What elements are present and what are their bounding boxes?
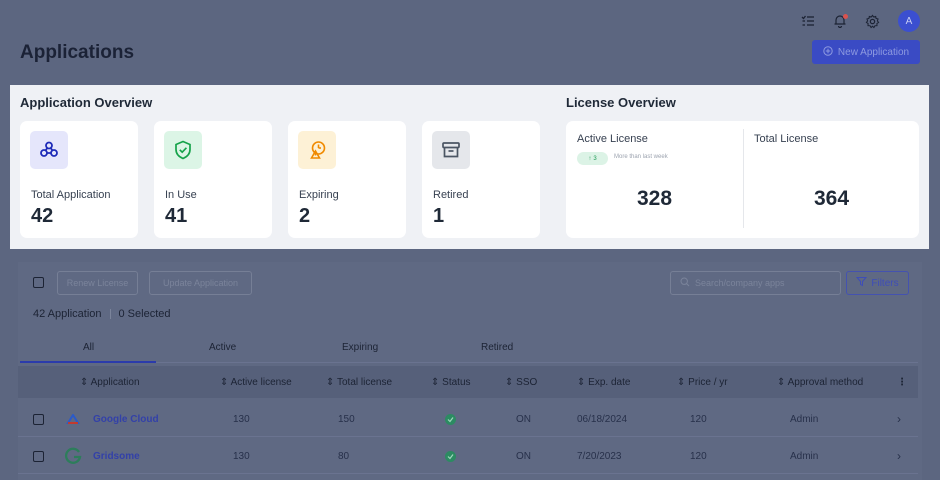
tab-retired[interactable]: Retired (481, 342, 513, 353)
price-cell: 120 (690, 451, 707, 462)
application-count: 42 Application (33, 308, 102, 320)
column-exp-date[interactable]: ⇕ Exp. date (577, 377, 630, 388)
column-total-license[interactable]: ⇕ Total license (326, 377, 392, 388)
active-license-cell: 130 (233, 414, 250, 425)
sort-icon: ⇕ (80, 377, 91, 388)
page-title: Applications (20, 42, 135, 63)
notification-dot (843, 14, 848, 19)
search-placeholder: Search/company apps (695, 278, 785, 288)
search-icon (680, 277, 690, 289)
chevron-right-icon[interactable]: › (897, 412, 901, 426)
retired-label: Retired (433, 189, 469, 201)
warning-icon (298, 131, 336, 169)
trend-badge: ↑ 3 (577, 152, 608, 165)
retired-card[interactable]: Retired 1 (422, 121, 540, 238)
row-checkbox[interactable] (33, 414, 44, 425)
total-application-card[interactable]: Total Application 42 (20, 121, 138, 238)
license-overview-card: Active License ↑ 3 More than last week 3… (566, 121, 919, 238)
gear-icon[interactable] (865, 14, 880, 29)
column-application[interactable]: ⇕ Application (80, 377, 140, 388)
in-use-value: 41 (165, 205, 188, 227)
search-input[interactable]: Search/company apps (670, 271, 841, 295)
column-active-license[interactable]: ⇕ Active license (220, 377, 292, 388)
renew-license-button[interactable]: Renew License (57, 271, 138, 295)
active-license-value: 328 (636, 187, 673, 210)
sort-icon: ⇕ (777, 377, 788, 388)
sort-icon: ⇕ (505, 377, 517, 388)
status-check-icon (445, 414, 456, 425)
active-license-label: Active License (577, 133, 648, 145)
in-use-card[interactable]: In Use 41 (154, 121, 272, 238)
total-license-cell: 80 (338, 451, 350, 462)
filter-icon (856, 276, 868, 290)
application-overview-title: Application Overview (20, 95, 153, 110)
column-approval-method[interactable]: ⇕ Approval method (777, 377, 863, 388)
tab-active[interactable]: Active (209, 342, 236, 353)
license-overview-title: License Overview (566, 95, 676, 110)
selected-count: 0 Selected (118, 308, 171, 320)
top-toolbar: A (801, 10, 920, 32)
sort-icon: ⇕ (431, 377, 443, 388)
column-status[interactable]: ⇕ Status (431, 377, 471, 388)
sort-icon: ⇕ (326, 377, 337, 388)
avatar[interactable]: A (898, 10, 920, 32)
plus-circle-icon (823, 45, 833, 59)
overview-panel: Application Overview License Overview To… (10, 85, 929, 249)
total-license-cell: 150 (338, 414, 355, 425)
column-price[interactable]: ⇕ Price / yr (677, 377, 728, 388)
active-license-cell: 130 (233, 451, 250, 462)
sso-cell: ON (516, 414, 531, 425)
trend-badge-value: 3 (593, 155, 597, 162)
approval-cell: Admin (790, 414, 819, 425)
shield-check-icon (164, 131, 202, 169)
update-application-button[interactable]: Update Application (149, 271, 252, 295)
status-check-icon (445, 451, 456, 462)
in-use-label: In Use (165, 189, 197, 201)
chevron-right-icon[interactable]: › (897, 449, 901, 463)
total-application-label: Total Application (31, 189, 111, 201)
total-license-label: Total License (754, 133, 819, 145)
archive-icon (432, 131, 470, 169)
total-application-value: 42 (31, 205, 54, 227)
new-application-label: New Application (837, 46, 910, 58)
selection-counts: 42 Application 0 Selected (33, 308, 170, 320)
price-cell: 120 (690, 414, 707, 425)
sort-icon: ⇕ (220, 377, 231, 388)
filters-label: Filters (871, 277, 899, 289)
tab-all[interactable]: All (83, 342, 94, 353)
select-all-checkbox[interactable] (33, 277, 44, 288)
app-name-link[interactable]: Google Cloud (93, 414, 159, 425)
expiring-value: 2 (299, 205, 311, 227)
divider (743, 129, 744, 228)
expiring-label: Expiring (299, 189, 339, 201)
total-license-value: 364 (813, 187, 850, 210)
google-cloud-logo-icon (65, 413, 81, 431)
retired-value: 1 (433, 205, 445, 227)
more-options-icon[interactable]: ⋮ (897, 377, 907, 388)
sort-icon: ⇕ (677, 377, 689, 388)
trend-note: More than last week (614, 154, 668, 160)
tasks-icon[interactable] (801, 14, 815, 28)
exp-date-cell: 7/20/2023 (577, 451, 622, 462)
new-application-button[interactable]: New Application (812, 40, 920, 64)
sso-cell: ON (516, 451, 531, 462)
table-row[interactable] (18, 438, 918, 474)
approval-cell: Admin (790, 451, 819, 462)
apps-icon (30, 131, 68, 169)
bell-icon[interactable] (833, 14, 848, 28)
expiring-card[interactable]: Expiring 2 (288, 121, 406, 238)
app-name-link[interactable]: Gridsome (93, 451, 140, 462)
arrow-up-icon: ↑ (588, 155, 592, 162)
filters-button[interactable]: Filters (846, 271, 909, 295)
exp-date-cell: 06/18/2024 (577, 414, 628, 425)
active-tab-indicator (20, 361, 156, 363)
row-checkbox[interactable] (33, 451, 44, 462)
sort-icon: ⇕ (577, 377, 589, 388)
tab-expiring[interactable]: Expiring (342, 342, 378, 353)
gridsome-logo-icon (63, 446, 83, 471)
column-sso[interactable]: ⇕ SSO (505, 377, 537, 388)
